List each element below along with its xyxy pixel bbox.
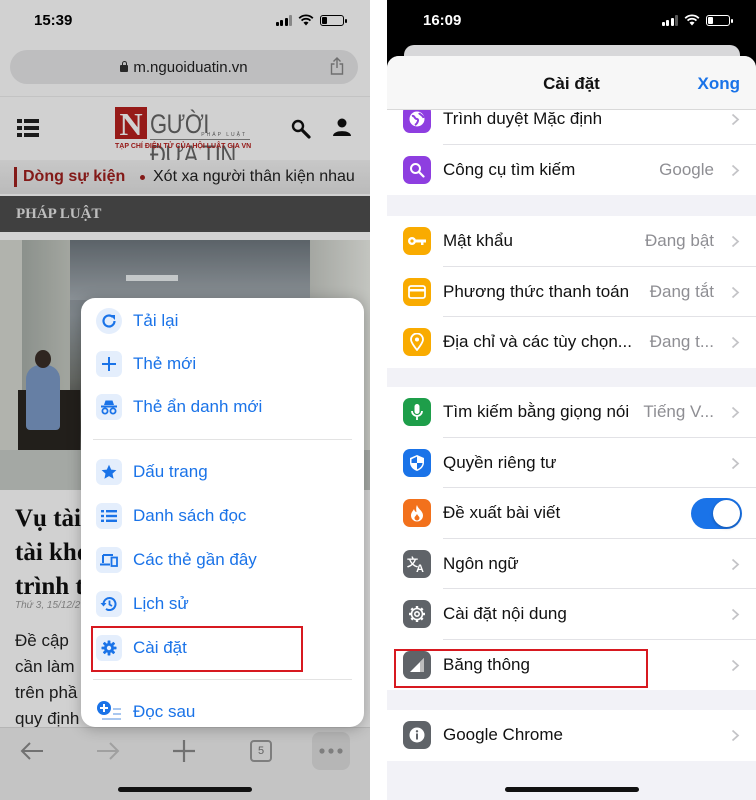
reload-icon	[96, 308, 122, 334]
star-icon	[96, 459, 122, 485]
credit-card-icon	[403, 277, 431, 306]
settings-group-autofill: Mật khẩu Đang bật Phương thức thanh toán…	[387, 216, 756, 368]
settings-row-article-suggestions: Đề xuất bài viết	[387, 488, 756, 539]
settings-row-search-engine[interactable]: Công cụ tìm kiếm Google	[387, 145, 756, 196]
battery-icon	[706, 14, 733, 26]
chevron-right-icon	[731, 286, 740, 298]
left-screen: 15:39 m.nguoiduatin.vn N GƯỜI ĐƯA TIN PH…	[0, 0, 370, 800]
chevron-right-icon	[731, 729, 740, 742]
menu-item-new-tab[interactable]: Thẻ mới	[81, 344, 364, 384]
nav-bar: Cài đặt Xong	[387, 56, 756, 110]
menu-item-incognito-tab[interactable]: Thẻ ẩn danh mới	[81, 387, 364, 427]
settings-sheet: Cài đặt Xong Trình duyệt Mặc định Công c…	[387, 56, 756, 800]
menu-item-recent-tabs[interactable]: Các thẻ gần đây	[81, 540, 364, 580]
recent-tabs-icon	[96, 547, 122, 573]
home-indicator[interactable]	[118, 787, 252, 792]
gear-icon	[403, 600, 431, 628]
chevron-right-icon	[731, 336, 740, 349]
settings-row-google-chrome[interactable]: Google Chrome	[387, 710, 756, 761]
flame-icon	[403, 499, 431, 527]
menu-item-history[interactable]: Lịch sử	[81, 584, 364, 624]
wifi-icon	[684, 14, 700, 26]
settings-highlight-box	[91, 626, 303, 672]
info-icon	[403, 721, 431, 749]
translate-icon: 文A	[403, 549, 431, 578]
settings-group-general: Tìm kiếm bằng giọng nói Tiếng V... Quyền…	[387, 387, 756, 690]
settings-group-about: Google Chrome	[387, 710, 756, 761]
chevron-right-icon	[731, 113, 740, 126]
home-indicator[interactable]	[504, 787, 639, 792]
reading-list-icon	[96, 503, 122, 529]
chevron-right-icon	[731, 457, 740, 469]
bandwidth-highlight-box	[394, 649, 648, 688]
key-icon	[403, 227, 431, 255]
shield-icon	[403, 448, 431, 477]
chevron-right-icon	[731, 608, 740, 621]
signal-icon	[661, 14, 678, 26]
status-time: 16:09	[423, 12, 462, 29]
svg-text:A: A	[416, 563, 424, 573]
settings-row-payment-methods[interactable]: Phương thức thanh toán Đang tắt	[387, 267, 756, 317]
article-suggestions-toggle[interactable]	[691, 498, 742, 529]
settings-row-voice-search[interactable]: Tìm kiếm bằng giọng nói Tiếng V...	[387, 387, 756, 438]
menu-item-reading-list[interactable]: Danh sách đọc	[81, 496, 364, 536]
plus-icon	[96, 351, 122, 377]
menu-item-bookmarks[interactable]: Dấu trang	[81, 452, 364, 492]
settings-row-languages[interactable]: 文A Ngôn ngữ	[387, 539, 756, 589]
chevron-right-icon	[731, 406, 740, 419]
read-later-icon	[96, 699, 122, 725]
location-pin-icon	[403, 328, 431, 356]
incognito-icon	[96, 394, 122, 420]
chevron-right-icon	[731, 164, 740, 176]
history-icon	[96, 591, 122, 617]
chevron-right-icon	[731, 659, 740, 671]
chevron-right-icon	[731, 558, 740, 570]
settings-row-content-settings[interactable]: Cài đặt nội dung	[387, 589, 756, 640]
status-bar: 16:09	[387, 0, 756, 44]
microphone-icon	[403, 398, 431, 426]
menu-item-read-later[interactable]: Đọc sau	[81, 692, 364, 727]
done-button[interactable]: Xong	[698, 74, 741, 94]
menu-item-reload[interactable]: Tải lại	[81, 301, 364, 341]
chevron-right-icon	[731, 235, 740, 248]
settings-row-addresses[interactable]: Địa chỉ và các tùy chọn... Đang t...	[387, 317, 756, 368]
search-icon	[403, 155, 431, 184]
settings-row-passwords[interactable]: Mật khẩu Đang bật	[387, 216, 756, 267]
settings-row-privacy[interactable]: Quyền riêng tư	[387, 438, 756, 488]
